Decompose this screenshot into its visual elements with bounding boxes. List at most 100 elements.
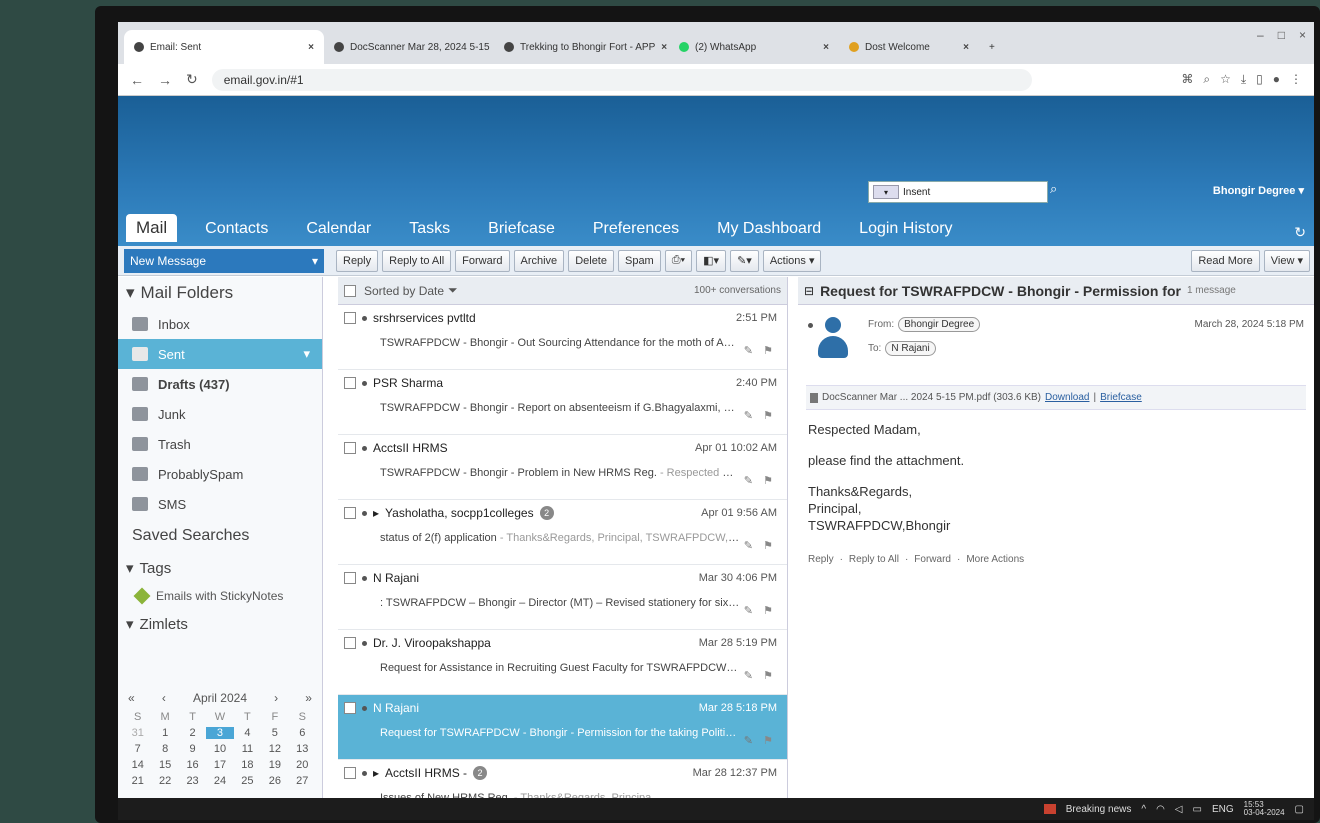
browser-tab-email[interactable]: Email: Sent × xyxy=(124,30,324,64)
calendar-day[interactable]: 10 xyxy=(206,743,233,755)
tab-briefcase[interactable]: Briefcase xyxy=(478,216,565,242)
calendar-day[interactable]: 11 xyxy=(234,743,261,755)
message-checkbox[interactable] xyxy=(344,507,356,519)
flag-icon[interactable]: ⚑ xyxy=(763,409,773,422)
calendar-day[interactable]: 22 xyxy=(151,775,178,787)
mail-folders-header[interactable]: ▾ Mail Folders xyxy=(118,277,322,309)
chevron-down-icon[interactable]: ▾ xyxy=(312,254,318,268)
next-month-icon[interactable]: › xyxy=(274,691,278,705)
reply-all-button[interactable]: Reply to All xyxy=(382,249,452,272)
close-icon[interactable]: × xyxy=(308,42,314,53)
flag-icon[interactable]: ⚑ xyxy=(763,539,773,552)
tags-header[interactable]: ▾ Tags xyxy=(118,553,322,583)
to-address[interactable]: N Rajani xyxy=(885,341,936,356)
tab-my-dashboard[interactable]: My Dashboard xyxy=(707,216,831,242)
more-actions-link[interactable]: More Actions xyxy=(966,554,1024,565)
message-checkbox[interactable] xyxy=(344,637,356,649)
list-item[interactable]: ▸ Yasholatha, socpp1colleges 2 Apr 01 9:56 … xyxy=(338,500,787,565)
actions-button[interactable]: Actions ▾ xyxy=(762,249,822,272)
url-field[interactable]: email.gov.in/#1 xyxy=(211,68,1032,91)
language-indicator[interactable]: ENG xyxy=(1212,804,1234,815)
close-icon[interactable]: × xyxy=(661,42,667,53)
tab-login-history[interactable]: Login History xyxy=(849,216,962,242)
flag-icon[interactable]: ⚑ xyxy=(763,669,773,682)
saved-searches-header[interactable]: Saved Searches xyxy=(118,519,322,553)
list-item[interactable]: Dr. J. Viroopakshappa Mar 28 5:19 PM Reque… xyxy=(338,630,787,695)
calendar-day[interactable]: 5 xyxy=(261,727,288,739)
new-tab-button[interactable]: + xyxy=(979,30,1009,64)
calendar-day[interactable]: 31 xyxy=(124,727,151,739)
folder-inbox[interactable]: Inbox xyxy=(118,309,322,339)
tray-chevron-icon[interactable]: ^ xyxy=(1141,804,1146,815)
calendar-day[interactable]: 9 xyxy=(179,743,206,755)
new-message-button[interactable]: New Message ▾ xyxy=(124,248,324,273)
tag-icon[interactable]: ◧▾ xyxy=(696,249,727,272)
calendar-day[interactable]: 4 xyxy=(234,727,261,739)
user-menu[interactable]: Bhongir Degree ▾ xyxy=(1213,184,1304,197)
star-icon[interactable]: ☆ xyxy=(1220,72,1231,87)
delete-button[interactable]: Delete xyxy=(568,249,614,272)
calendar-day[interactable]: 13 xyxy=(289,743,316,755)
news-widget[interactable]: Breaking news xyxy=(1066,804,1132,815)
calendar-day[interactable]: 7 xyxy=(124,743,151,755)
message-checkbox[interactable] xyxy=(344,312,356,324)
calendar-day[interactable]: 16 xyxy=(179,759,206,771)
maximize-icon[interactable]: □ xyxy=(1278,28,1285,42)
calendar-day[interactable]: 27 xyxy=(289,775,316,787)
zimlets-header[interactable]: ▾ Zimlets xyxy=(118,609,322,639)
flag-icon[interactable]: ⚑ xyxy=(763,344,773,357)
reply-link[interactable]: Reply xyxy=(808,554,834,565)
reply-all-link[interactable]: Reply to All xyxy=(849,554,899,565)
close-icon[interactable]: × xyxy=(963,42,969,53)
download-icon[interactable]: ⤓ xyxy=(1241,72,1246,87)
minimize-icon[interactable]: – xyxy=(1257,28,1264,42)
battery-icon[interactable]: ▭ xyxy=(1193,804,1202,815)
translate-icon[interactable]: ⌘ xyxy=(1181,72,1193,87)
archive-button[interactable]: Archive xyxy=(513,249,565,272)
expand-icon[interactable]: ▸ xyxy=(373,506,379,520)
select-all-checkbox[interactable] xyxy=(344,284,356,297)
forward-link[interactable]: Forward xyxy=(914,554,951,565)
message-checkbox[interactable] xyxy=(344,702,356,714)
read-more-button[interactable]: Read More xyxy=(1191,249,1260,272)
browser-tab-dost[interactable]: Dost Welcome × xyxy=(839,30,979,64)
message-checkbox[interactable] xyxy=(344,377,356,389)
folder-trash[interactable]: Trash xyxy=(118,429,322,459)
prev-year-icon[interactable]: « xyxy=(128,691,135,705)
tab-mail[interactable]: Mail xyxy=(126,214,178,242)
list-item[interactable]: N Rajani Mar 30 4:06 PM: TSWRAFPDCW – Bho… xyxy=(338,565,787,630)
close-icon[interactable]: × xyxy=(823,42,829,53)
view-button[interactable]: View ▾ xyxy=(1263,249,1310,272)
list-item[interactable]: PSR Sharma 2:40 PM TSWRAFPDCW - Bhongir - … xyxy=(338,370,787,435)
window-close-icon[interactable]: × xyxy=(1299,28,1306,42)
reply-button[interactable]: Reply xyxy=(336,249,379,272)
folder-sent[interactable]: Sent ▾ xyxy=(118,339,322,369)
refresh-icon[interactable]: ↻ xyxy=(1294,224,1306,241)
notification-icon[interactable]: ▢ xyxy=(1295,804,1304,815)
folder-junk[interactable]: Junk xyxy=(118,399,322,429)
calendar-day[interactable]: 24 xyxy=(206,775,233,787)
calendar-day[interactable]: 6 xyxy=(289,727,316,739)
browser-tab-trekking[interactable]: Trekking to Bhongir Fort - APP × xyxy=(494,30,669,64)
folder-probablyspam[interactable]: ProbablySpam xyxy=(118,459,322,489)
print-icon[interactable]: ⎙▾ xyxy=(664,249,693,272)
calendar-day[interactable]: 8 xyxy=(151,743,178,755)
calendar-day[interactable]: 14 xyxy=(124,759,151,771)
calendar-day[interactable]: 1 xyxy=(151,727,178,739)
flag-icon[interactable]: ⚑ xyxy=(763,604,773,617)
wifi-icon[interactable]: ◠ xyxy=(1156,804,1165,815)
clock[interactable]: 15:53 03-04-2024 xyxy=(1244,801,1285,817)
profile-icon[interactable]: ● xyxy=(1273,72,1280,87)
flag-icon[interactable]: ⚑ xyxy=(763,734,773,747)
folder-sms[interactable]: SMS xyxy=(118,489,322,519)
search-icon[interactable]: ⌕ xyxy=(1050,181,1057,197)
search-input[interactable]: ▾ Insent xyxy=(868,181,1048,203)
tag-emails-with-stickynotes[interactable]: Emails with StickyNotes xyxy=(118,583,322,609)
calendar-day[interactable]: 2 xyxy=(179,727,206,739)
calendar-day[interactable]: 25 xyxy=(234,775,261,787)
calendar-day[interactable]: 26 xyxy=(261,775,288,787)
tab-contacts[interactable]: Contacts xyxy=(195,216,278,242)
tab-tasks[interactable]: Tasks xyxy=(399,216,460,242)
calendar-day[interactable]: 20 xyxy=(289,759,316,771)
list-item[interactable]: AcctsII HRMS Apr 01 10:02 AM TSWRAFPDCW - … xyxy=(338,435,787,500)
